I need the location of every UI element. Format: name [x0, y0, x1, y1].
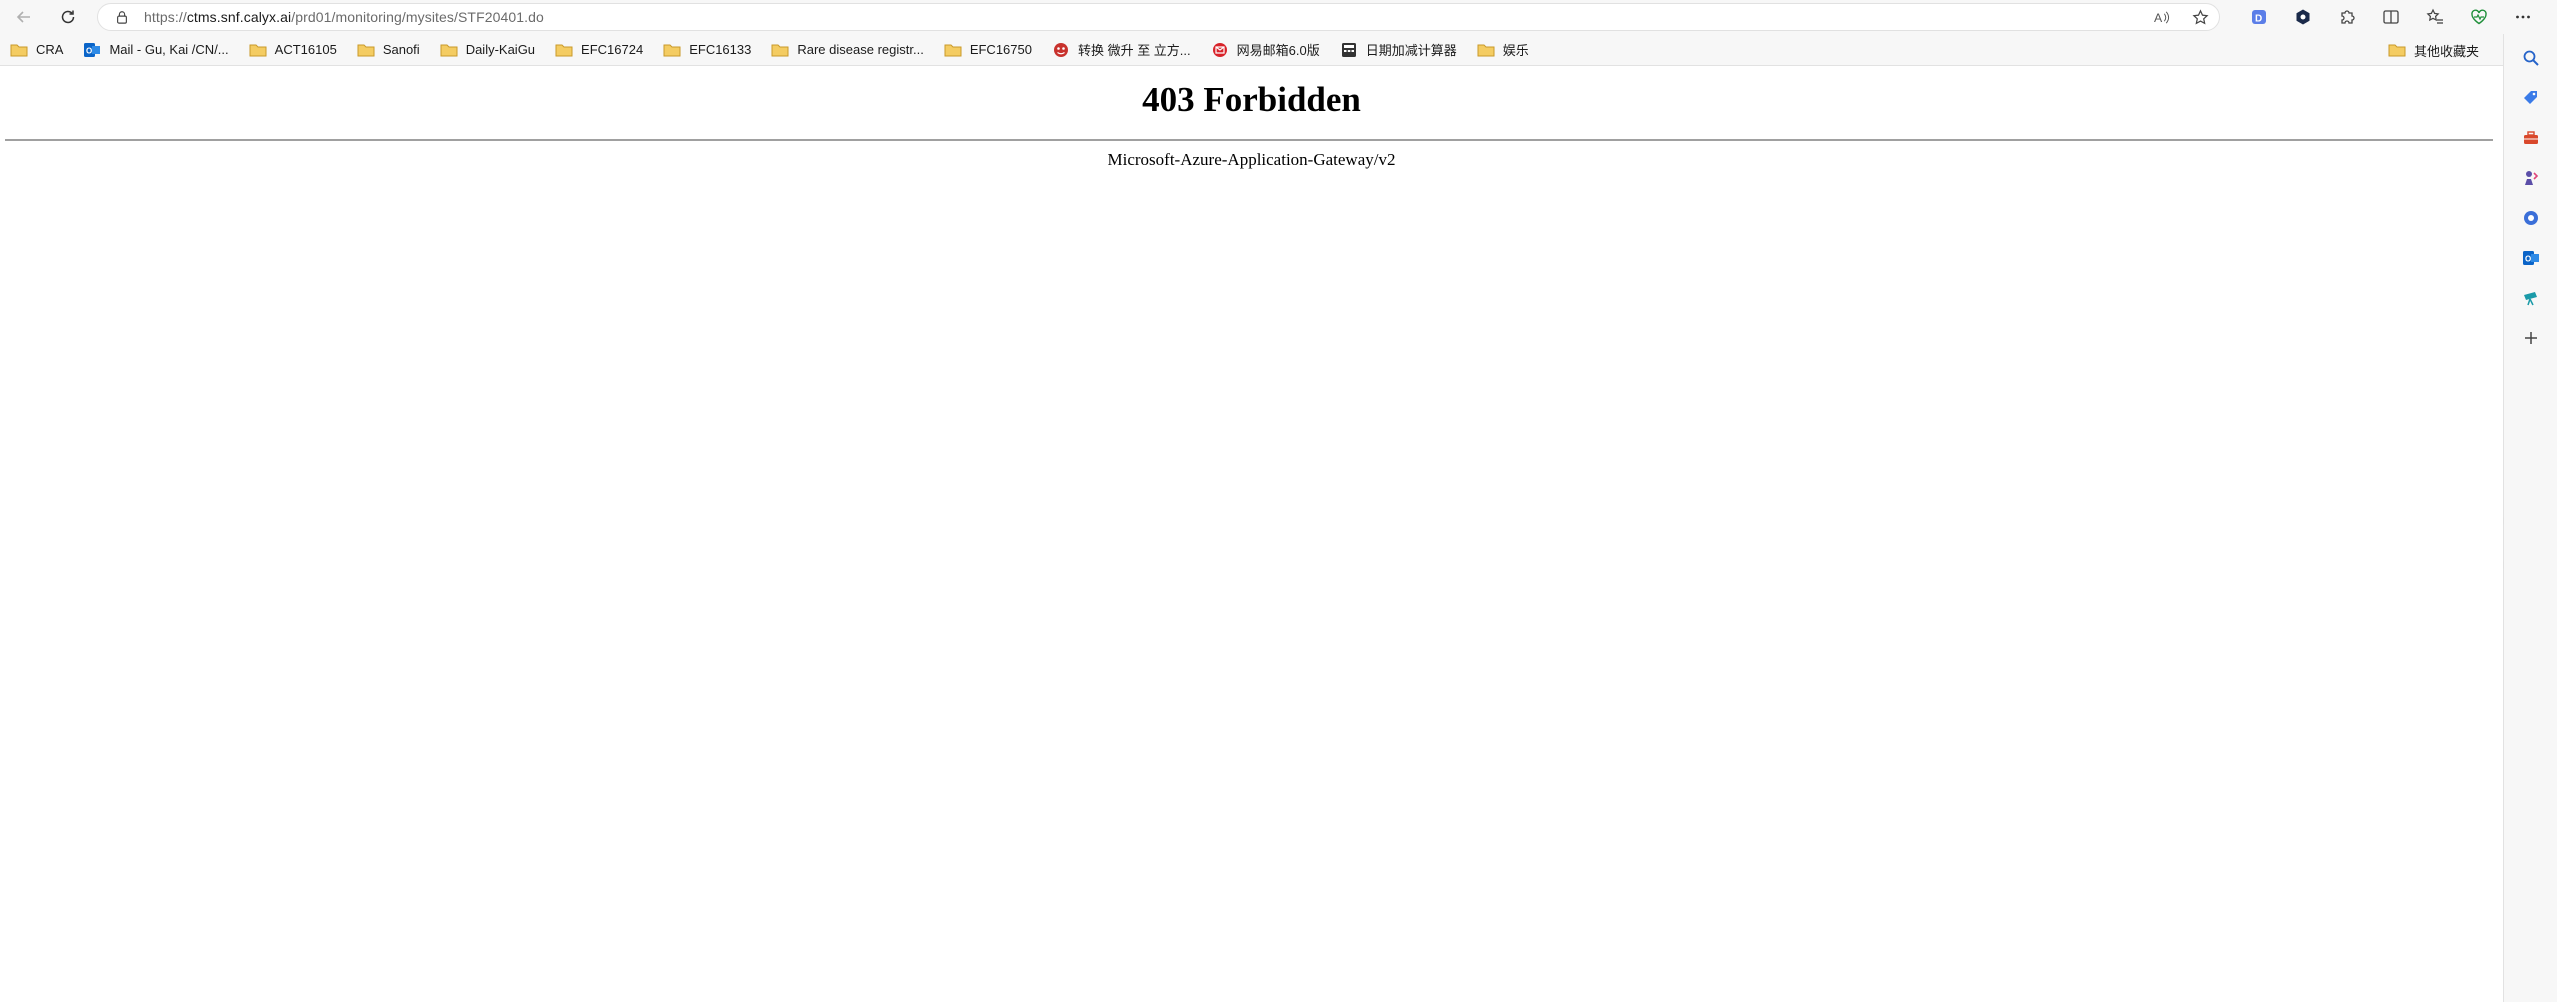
extension-button-2[interactable]: [2288, 2, 2318, 32]
sidebar-search-button[interactable]: [2517, 44, 2545, 72]
doc-extension-icon: D: [2252, 10, 2266, 25]
address-bar-actions: A: [2153, 4, 2209, 30]
bookmark-mail[interactable]: O Mail - Gu, Kai /CN/...: [77, 36, 234, 64]
telescope-icon: [2524, 292, 2537, 306]
favorites-button[interactable]: [2420, 2, 2450, 32]
calculator-icon: [1340, 42, 1358, 58]
bookmark-label: Rare disease registr...: [797, 42, 924, 57]
svg-text:O: O: [86, 46, 92, 55]
sidebar-games-button[interactable]: [2517, 164, 2545, 192]
bookmark-entertainment[interactable]: 娱乐: [1471, 36, 1535, 64]
page-content: 403 Forbidden Microsoft-Azure-Applicatio…: [0, 67, 2503, 1002]
settings-menu-button[interactable]: [2508, 2, 2538, 32]
bookmark-label: 娱乐: [1502, 43, 1529, 58]
folder-icon: [249, 42, 267, 58]
folder-icon: [10, 42, 28, 58]
lock-icon[interactable]: [114, 9, 130, 25]
plus-icon: [2525, 332, 2537, 344]
favorites-list-icon: [2426, 8, 2443, 24]
bookmark-label: Sanofi: [382, 42, 420, 57]
horizontal-rule: [5, 139, 2493, 141]
bookmark-label: 日期加减计算器: [1365, 43, 1457, 58]
bookmark-label: CRA: [36, 42, 64, 57]
converter-icon: [1052, 42, 1070, 58]
back-button[interactable]: [6, 2, 42, 32]
browser-toolbar: https://ctms.snf.calyx.ai/prd01/monitori…: [0, 0, 2557, 34]
search-icon: [2523, 50, 2539, 66]
sidebar-add-button[interactable]: [2517, 324, 2545, 352]
extension-button-1[interactable]: D: [2244, 2, 2274, 32]
other-favorites-label: 其他收藏夹: [2413, 43, 2479, 59]
bookmark-efc16750[interactable]: EFC16750: [938, 36, 1038, 64]
folder-icon: [944, 42, 962, 58]
bookmark-label: ACT16105: [274, 42, 337, 57]
extensions-button[interactable]: [2332, 2, 2362, 32]
bookmark-unit-converter[interactable]: 转换 微升 至 立方...: [1046, 36, 1197, 64]
bookmark-label: EFC16724: [581, 42, 644, 57]
bookmarks-bar: CRA O Mail - Gu, Kai /CN/... ACT16105 Sa…: [0, 34, 2503, 66]
outlook-icon: O: [83, 42, 101, 58]
more-dots-icon: [2516, 15, 2530, 19]
folder-icon: [357, 42, 375, 58]
chess-piece-icon: [2525, 171, 2539, 185]
svg-text:A: A: [2154, 11, 2163, 25]
bookmark-netease-mail[interactable]: 网易邮箱6.0版: [1205, 36, 1326, 64]
bookmark-act16105[interactable]: ACT16105: [243, 36, 343, 64]
bookmark-label: 网易邮箱6.0版: [1236, 43, 1320, 58]
split-screen-icon: [2383, 10, 2399, 24]
bookmark-label: EFC16133: [689, 42, 752, 57]
folder-icon: [663, 42, 681, 58]
reload-icon: [61, 10, 75, 24]
url-text[interactable]: https://ctms.snf.calyx.ai/prd01/monitori…: [144, 9, 544, 25]
server-signature: Microsoft-Azure-Application-Gateway/v2: [1107, 150, 1396, 169]
bookmark-daily-kaigu[interactable]: Daily-KaiGu: [434, 36, 541, 64]
tag-icon: [2524, 91, 2537, 104]
hexagon-extension-icon: [2296, 9, 2310, 25]
read-aloud-icon[interactable]: A: [2153, 9, 2170, 26]
sidebar-office-button[interactable]: [2517, 204, 2545, 232]
office-icon: [2524, 211, 2538, 225]
split-screen-button[interactable]: [2376, 2, 2406, 32]
bookmark-rare-disease[interactable]: Rare disease registr...: [765, 36, 929, 64]
puzzle-icon: [2341, 10, 2355, 24]
folder-icon: [2388, 42, 2406, 58]
toolbox-icon: [2524, 131, 2538, 144]
outlook-icon: O: [2523, 251, 2539, 265]
bookmark-label: EFC16750: [969, 42, 1032, 57]
sidebar-telescope-button[interactable]: [2517, 284, 2545, 312]
bookmark-label: Daily-KaiGu: [465, 42, 536, 57]
favorite-star-icon[interactable]: [2192, 8, 2209, 26]
bookmark-label: Mail - Gu, Kai /CN/...: [109, 42, 229, 57]
folder-icon: [771, 42, 789, 58]
bookmark-sanofi[interactable]: Sanofi: [351, 36, 426, 64]
heart-pulse-icon: [2471, 9, 2487, 25]
url-scheme: https://: [144, 9, 187, 25]
edge-sidebar: O: [2503, 34, 2557, 1002]
sidebar-shopping-button[interactable]: [2517, 84, 2545, 112]
url-host: ctms.snf.calyx.ai: [186, 9, 292, 25]
bookmark-efc16133[interactable]: EFC16133: [657, 36, 757, 64]
url-path: /prd01/monitoring/mysites/STF20401.do: [291, 9, 544, 25]
svg-text:O: O: [2525, 255, 2531, 264]
folder-icon: [1477, 42, 1495, 58]
arrow-left-icon: [16, 11, 30, 23]
page-title: 403 Forbidden: [1142, 80, 1361, 119]
folder-icon: [440, 42, 458, 58]
bookmark-efc16724[interactable]: EFC16724: [549, 36, 649, 64]
other-favorites-folder[interactable]: 其他收藏夹: [2382, 36, 2485, 64]
bookmark-cra[interactable]: CRA: [4, 36, 69, 64]
bookmark-date-calculator[interactable]: 日期加减计算器: [1334, 36, 1463, 64]
browser-essentials-button[interactable]: [2464, 2, 2494, 32]
sidebar-tools-button[interactable]: [2517, 124, 2545, 152]
netease-mail-icon: [1211, 42, 1229, 58]
address-bar[interactable]: https://ctms.snf.calyx.ai/prd01/monitori…: [97, 3, 2220, 31]
extension-bar: D: [2244, 2, 2538, 32]
sidebar-outlook-button[interactable]: O: [2517, 244, 2545, 272]
folder-icon: [555, 42, 573, 58]
bookmark-label: 转换 微升 至 立方...: [1077, 43, 1191, 58]
svg-text:D: D: [2255, 14, 2262, 25]
reload-button[interactable]: [50, 2, 86, 32]
